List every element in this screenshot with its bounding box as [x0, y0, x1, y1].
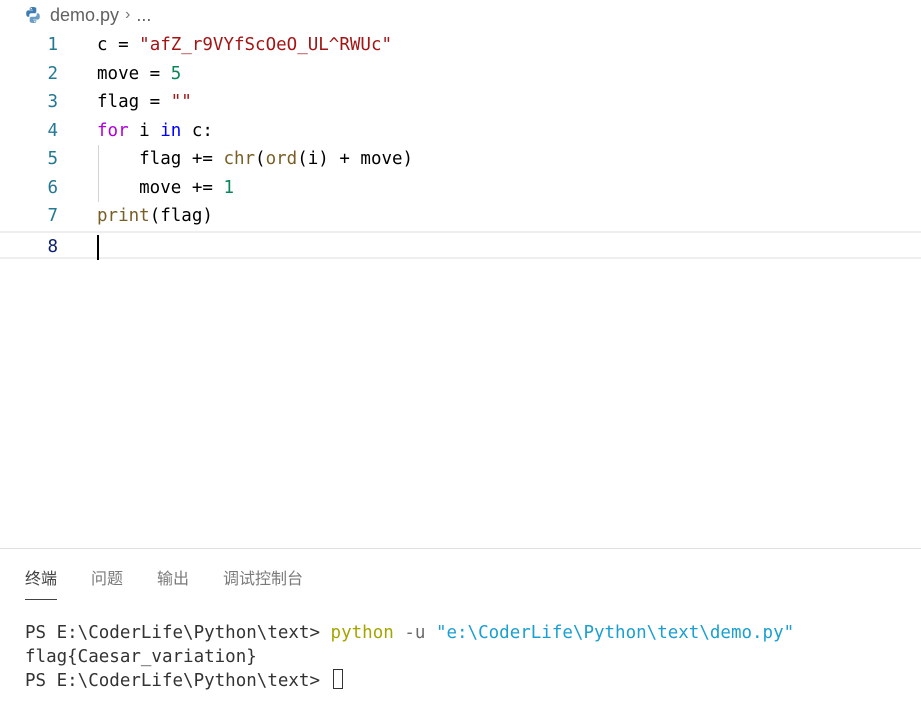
line-number: 2	[47, 63, 58, 84]
terminal-line-1: PS E:\CoderLife\Python\text> python -u "…	[25, 621, 794, 645]
code-token: (flag)	[149, 206, 213, 226]
code-text: c = "afZ_r9VYfScOeO_UL^RWUc"	[97, 31, 392, 60]
code-token: print	[97, 206, 150, 226]
code-token: c:	[181, 120, 213, 141]
line-number: 3	[47, 92, 58, 112]
tab-debug-console[interactable]: 调试控制台	[223, 565, 303, 600]
code-line[interactable]: 8	[0, 230, 921, 260]
terminal-prompt: PS E:\CoderLife\Python\text>	[25, 623, 331, 643]
line-number: 7	[47, 206, 58, 226]
terminal-path: "e:\CoderLife\Python\text\demo.py"	[435, 623, 795, 643]
terminal-cursor	[332, 669, 343, 689]
terminal-arg: -u	[404, 623, 426, 643]
code-line[interactable]: 7 print(flag)	[0, 202, 921, 231]
terminal[interactable]: PS E:\CoderLife\Python\text> python -u "…	[25, 621, 794, 693]
code-line[interactable]: 4 for i in c:	[0, 117, 921, 146]
code-line[interactable]: 5 flag += chr(ord(i) + move)	[0, 145, 921, 174]
code-token: i	[128, 120, 161, 141]
chevron-right-icon: ›	[125, 6, 131, 23]
code-token: move +=	[97, 177, 224, 198]
code-token: c =	[97, 35, 140, 55]
code-token: move =	[97, 63, 171, 84]
code-line[interactable]: 1 c = "afZ_r9VYfScOeO_UL^RWUc"	[0, 31, 921, 60]
line-number: 1	[47, 35, 58, 55]
terminal-output: flag{Caesar_variation}	[25, 647, 257, 667]
code-token: ""	[170, 92, 192, 112]
code-token: for	[97, 120, 129, 141]
code-token: ord	[265, 149, 298, 169]
code-text: for i in c:	[97, 117, 213, 146]
code-line[interactable]: 6 move += 1	[0, 174, 921, 203]
tab-problems[interactable]: 问题	[91, 565, 123, 600]
breadcrumb-more[interactable]: ...	[136, 5, 151, 26]
code-token: (i) + move)	[297, 149, 414, 169]
line-number: 8	[47, 236, 58, 257]
bottom-panel: 终端 问题 输出 调试控制台 PS E:\CoderLife\Python\te…	[0, 548, 921, 707]
panel-tabs: 终端 问题 输出 调试控制台	[25, 565, 337, 600]
terminal-command: python	[330, 623, 394, 643]
code-text: print(flag)	[97, 202, 213, 231]
tab-output[interactable]: 输出	[157, 565, 189, 600]
line-number: 4	[47, 120, 58, 141]
code-token: "afZ_r9VYfScOeO_UL^RWUc"	[139, 35, 393, 55]
code-token: chr	[223, 149, 256, 169]
code-token: 5	[170, 63, 182, 84]
python-file-icon	[26, 7, 40, 23]
code-text: move += 1	[97, 174, 234, 203]
tab-terminal[interactable]: 终端	[25, 565, 58, 600]
text-cursor	[97, 234, 99, 260]
code-token: in	[160, 120, 182, 141]
code-text: flag = ""	[97, 88, 192, 117]
code-token: 1	[223, 177, 234, 198]
terminal-prompt-2: PS E:\CoderLife\Python\text>	[25, 671, 331, 691]
terminal-line-3: PS E:\CoderLife\Python\text>	[25, 669, 794, 693]
code-line[interactable]: 3 flag = ""	[0, 88, 921, 117]
breadcrumb: demo.py › ...	[24, 3, 151, 27]
code-token: flag +=	[97, 149, 224, 169]
code-text: move = 5	[97, 60, 181, 89]
code-text: flag += chr(ord(i) + move)	[97, 145, 413, 174]
code-token: flag =	[97, 92, 171, 112]
code-token: (	[255, 149, 266, 169]
code-line[interactable]: 2 move = 5	[0, 60, 921, 89]
code-editor[interactable]: 1 c = "afZ_r9VYfScOeO_UL^RWUc" 2 move = 5 3 f…	[0, 31, 921, 271]
line-number: 6	[47, 177, 58, 198]
breadcrumb-file[interactable]: demo.py	[50, 5, 119, 26]
line-number: 5	[47, 149, 58, 169]
